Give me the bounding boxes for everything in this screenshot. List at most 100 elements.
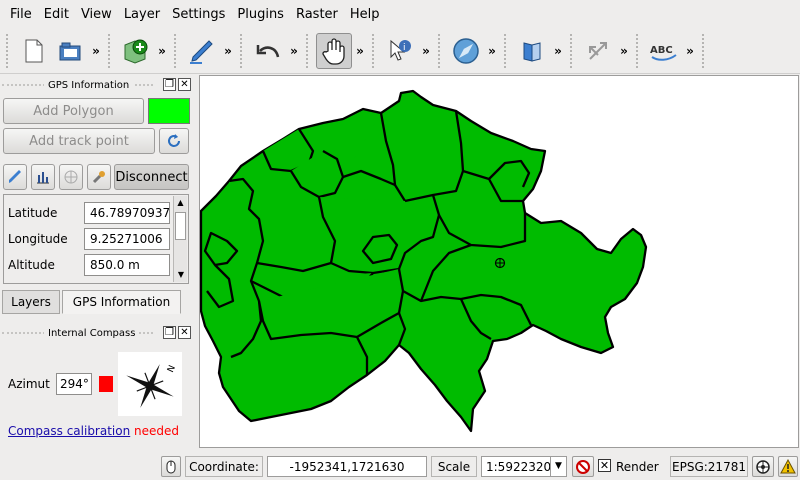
altitude-field[interactable]: 850.0 m: [84, 254, 170, 276]
svg-text:ABC: ABC: [650, 45, 673, 56]
compass-calibration-link[interactable]: Compass calibration: [8, 424, 130, 438]
gps-fields-box: Latitude 46.78970937 Longitude 9.2527100…: [3, 194, 189, 284]
add-layer-button[interactable]: [118, 33, 154, 69]
book-button[interactable]: [514, 33, 550, 69]
stop-render-button[interactable]: [572, 456, 594, 477]
toolbar-more-8[interactable]: »: [550, 44, 566, 58]
longitude-label: Longitude: [8, 232, 68, 246]
messages-button[interactable]: [778, 456, 798, 477]
float-icon[interactable]: ❐: [163, 326, 176, 339]
toolbar-grip[interactable]: [504, 33, 510, 68]
menu-view[interactable]: View: [81, 7, 112, 22]
add-polygon-button[interactable]: Add Polygon: [3, 98, 144, 124]
close-icon[interactable]: ✕: [178, 326, 191, 339]
gps-wrench-button[interactable]: [87, 164, 111, 190]
undo-button[interactable]: [250, 33, 286, 69]
pencil-icon: [9, 170, 21, 183]
identify-icon: i: [390, 39, 411, 61]
gps-fields-scrollbar[interactable]: ▲ ▼: [173, 196, 187, 282]
toolbar-more-5[interactable]: »: [352, 44, 368, 58]
projection-button[interactable]: [752, 456, 774, 477]
refresh-button[interactable]: [159, 128, 189, 154]
toolbar-more-10[interactable]: »: [682, 44, 698, 58]
render-checkbox[interactable]: ✕: [598, 459, 611, 472]
arrows-button[interactable]: [580, 33, 616, 69]
compass-rose: N: [118, 352, 182, 416]
scale-label: Scale: [431, 456, 477, 477]
toolbar-grip[interactable]: [570, 33, 576, 68]
map-canvas[interactable]: [199, 75, 799, 448]
panel-tabs: Layers GPS Information: [0, 290, 195, 314]
gps-pencil-button[interactable]: [3, 164, 27, 190]
toolbar-more-3[interactable]: »: [220, 44, 236, 58]
new-document-icon: [25, 39, 43, 62]
compass-calibration-row: Compass calibration needed: [8, 424, 179, 438]
scroll-down-icon[interactable]: ▼: [174, 268, 188, 282]
mouse-icon: [166, 460, 176, 473]
menu-plugins[interactable]: Plugins: [237, 7, 284, 22]
undo-icon: [256, 44, 280, 57]
azimut-field[interactable]: 294°: [56, 373, 92, 395]
compass-panel-titlebar[interactable]: Internal Compass ❐ ✕: [0, 324, 195, 342]
internal-compass-panel: Internal Compass ❐ ✕ Azimut 294° N Compa…: [0, 324, 195, 448]
epsg-button[interactable]: EPSG:21781: [670, 456, 748, 477]
gps-satellite-button[interactable]: [59, 164, 83, 190]
menu-edit[interactable]: Edit: [44, 7, 69, 22]
toolbar-grip[interactable]: [372, 33, 378, 68]
scale-combobox[interactable]: 1:5922320 ▼: [481, 456, 567, 477]
tab-layers[interactable]: Layers: [2, 290, 60, 314]
calibration-status: needed: [134, 424, 180, 438]
scale-value: 1:5922320: [486, 459, 552, 474]
new-document-button[interactable]: [16, 33, 52, 69]
disconnect-button[interactable]: Disconnect: [114, 164, 189, 190]
scroll-up-icon[interactable]: ▲: [174, 196, 187, 210]
tab-gps-information[interactable]: GPS Information: [62, 290, 181, 314]
toolbar-more-7[interactable]: »: [484, 44, 500, 58]
toolbar-grip[interactable]: [108, 33, 114, 68]
toolbar-more-1[interactable]: »: [88, 44, 104, 58]
spell-check-button[interactable]: ABC: [646, 33, 682, 69]
coordinate-label: Coordinate:: [185, 456, 263, 477]
switzerland-map: [200, 89, 648, 433]
compass-status-indicator: [99, 376, 113, 392]
coordinate-field[interactable]: -1952341,1721630: [267, 456, 427, 477]
latitude-field[interactable]: 46.78970937: [84, 202, 170, 224]
compass-button[interactable]: [448, 33, 484, 69]
toolbar-grip[interactable]: [240, 33, 246, 68]
toolbar-more-9[interactable]: »: [616, 44, 632, 58]
menu-layer[interactable]: Layer: [124, 7, 160, 22]
menu-help[interactable]: Help: [350, 7, 380, 22]
menu-settings[interactable]: Settings: [172, 7, 225, 22]
close-icon[interactable]: ✕: [178, 78, 191, 91]
render-label: Render: [616, 460, 659, 474]
polygon-color-swatch[interactable]: [148, 98, 190, 124]
toolbar-more-6[interactable]: »: [418, 44, 434, 58]
gps-panel-titlebar[interactable]: GPS Information ❐ ✕: [0, 76, 195, 94]
refresh-icon: [168, 134, 180, 147]
scroll-thumb[interactable]: [175, 212, 186, 240]
toolbar-grip[interactable]: [702, 33, 708, 68]
identify-button[interactable]: i: [382, 33, 418, 69]
open-folder-icon: [59, 42, 81, 60]
float-icon[interactable]: ❐: [163, 78, 176, 91]
toolbar-more-2[interactable]: »: [154, 44, 170, 58]
edit-button[interactable]: [184, 33, 220, 69]
menu-raster[interactable]: Raster: [296, 7, 338, 22]
toolbar-grip[interactable]: [174, 33, 180, 68]
mouse-coords-toggle[interactable]: [161, 456, 181, 477]
chevron-down-icon[interactable]: ▼: [550, 457, 566, 476]
longitude-field[interactable]: 9.25271006: [84, 228, 170, 250]
add-track-point-button[interactable]: Add track point: [3, 128, 155, 154]
bar-chart-icon: [37, 172, 49, 184]
open-folder-button[interactable]: [52, 33, 88, 69]
toolbar-grip[interactable]: [636, 33, 642, 68]
menu-file[interactable]: File: [10, 7, 32, 22]
toolbar-grip[interactable]: [6, 33, 12, 68]
panel-window-buttons: ❐ ✕: [163, 78, 191, 91]
toolbar-grip[interactable]: [306, 33, 312, 68]
toolbar-grip[interactable]: [438, 33, 444, 68]
gps-chart-button[interactable]: [31, 164, 55, 190]
pan-button[interactable]: [316, 32, 352, 69]
toolbar-more-4[interactable]: »: [286, 44, 302, 58]
gps-information-panel: GPS Information ❐ ✕ Add Polygon Add trac…: [0, 76, 195, 292]
